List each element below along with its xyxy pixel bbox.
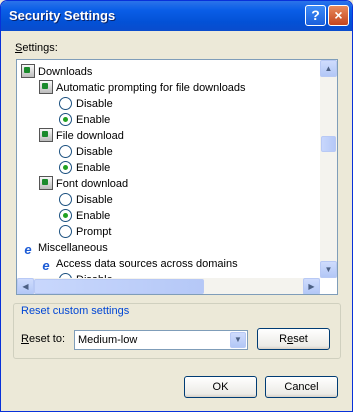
radio-unselected[interactable]: [59, 97, 72, 110]
tree-item-label: File download: [56, 130, 124, 142]
radio-selected[interactable]: [59, 113, 72, 126]
tree-item-label: Enable: [76, 162, 111, 174]
vertical-scroll-thumb[interactable]: [321, 136, 336, 152]
tree-option[interactable]: Disable: [59, 192, 113, 208]
reset-level-value: Medium-low: [78, 334, 138, 346]
tree-item-label: Automatic prompting for file downloads: [56, 82, 246, 94]
cancel-button[interactable]: Cancel: [265, 376, 338, 398]
horizontal-scrollbar[interactable]: ◀ ▶: [17, 278, 320, 294]
scroll-up-button[interactable]: ▲: [320, 60, 337, 77]
horizontal-scroll-thumb[interactable]: [34, 279, 204, 294]
scroll-down-button[interactable]: ▼: [320, 261, 337, 278]
close-button[interactable]: ×: [328, 5, 349, 26]
tree-setting: e Access data sources across domains: [39, 256, 238, 273]
tree-item-label: Access data sources across domains: [56, 258, 238, 270]
tree-item-label: Enable: [76, 114, 111, 126]
ie-icon: e: [24, 242, 32, 257]
tree-option[interactable]: Prompt: [59, 224, 111, 240]
tree-option[interactable]: Enable: [59, 208, 110, 224]
tree-option[interactable]: Enable: [59, 112, 110, 128]
tree-option[interactable]: Disable: [59, 96, 113, 112]
ie-icon: e: [42, 258, 50, 273]
tree-category: Downloads: [21, 64, 92, 80]
reset-level-select[interactable]: Medium-low ▼: [74, 330, 248, 350]
settings-tree[interactable]: Downloads Automatic prompting for file do…: [16, 59, 338, 295]
tree-category: e Miscellaneous: [21, 240, 108, 257]
tree-setting: Font download: [39, 176, 128, 192]
radio-selected[interactable]: [59, 209, 72, 222]
tree-option[interactable]: Disable: [59, 144, 113, 160]
ok-button[interactable]: OK: [184, 376, 257, 398]
radio-unselected[interactable]: [59, 225, 72, 238]
tree-setting: Automatic prompting for file downloads: [39, 80, 246, 96]
settings-tree-list: Downloads Automatic prompting for file do…: [17, 60, 320, 278]
reset-group-title: Reset custom settings: [19, 305, 132, 317]
scroll-right-button[interactable]: ▶: [303, 278, 320, 294]
security-settings-dialog: Security Settings ? × Settings: Download…: [0, 0, 353, 412]
title-bar[interactable]: Security Settings ? ×: [1, 1, 352, 31]
tree-item-label: Prompt: [76, 226, 112, 238]
settings-label: Settings:: [15, 42, 58, 54]
tree-item-label: Disable: [76, 98, 113, 110]
tree-option[interactable]: Enable: [59, 160, 110, 176]
settings-icon: [21, 64, 35, 78]
settings-icon: [39, 176, 53, 190]
tree-item-label: Disable: [76, 146, 113, 158]
radio-selected[interactable]: [59, 161, 72, 174]
radio-unselected[interactable]: [59, 145, 72, 158]
tree-item-label: Downloads: [38, 66, 93, 78]
radio-unselected[interactable]: [59, 193, 72, 206]
scroll-left-button[interactable]: ◀: [17, 278, 34, 294]
settings-icon: [39, 80, 53, 94]
tree-item-label: Disable: [76, 194, 113, 206]
reset-to-label: Reset to:: [21, 333, 66, 345]
window-title: Security Settings: [9, 8, 116, 23]
chevron-down-icon[interactable]: ▼: [230, 332, 246, 348]
tree-item-label: Font download: [56, 178, 129, 190]
tree-item-label: Miscellaneous: [38, 242, 108, 254]
tree-item-label: Enable: [76, 210, 111, 222]
reset-button[interactable]: Reset: [257, 328, 330, 350]
help-button[interactable]: ?: [305, 5, 326, 26]
vertical-scrollbar[interactable]: ▲ ▼: [320, 60, 337, 278]
tree-setting: File download: [39, 128, 124, 144]
settings-icon: [39, 128, 53, 142]
